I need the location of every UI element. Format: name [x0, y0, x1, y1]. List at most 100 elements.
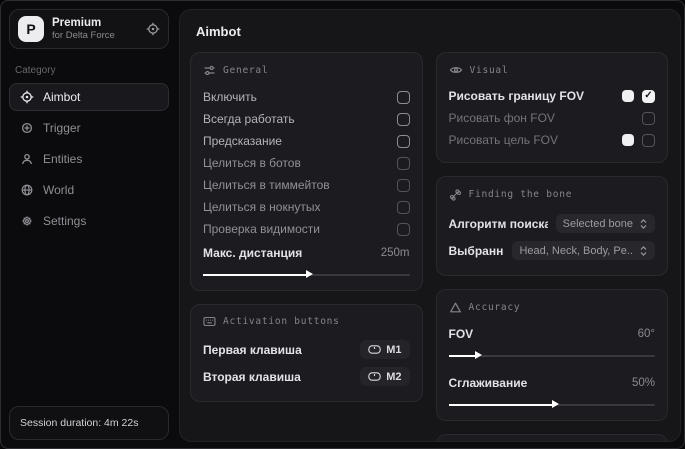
- activation-header-label: Activation buttons: [223, 316, 340, 327]
- select-value: Selected bone: [562, 217, 633, 230]
- sidebar-item-world[interactable]: World: [9, 176, 169, 204]
- sidebar-item-settings[interactable]: Settings: [9, 207, 169, 235]
- keybind-row-secondary: Вторая клавиша M2: [203, 363, 410, 390]
- toggle-label: Целиться в тиммейтов: [203, 178, 330, 192]
- sidebar-item-label: World: [43, 183, 75, 197]
- toggle-label: Предсказание: [203, 134, 282, 148]
- general-header-label: General: [223, 65, 269, 76]
- brand-subtitle: for Delta Force: [52, 30, 115, 41]
- toggle-label: Целиться в нокнутых: [203, 200, 321, 214]
- gear-icon: [20, 214, 34, 228]
- checkbox-prediction[interactable]: [396, 134, 410, 148]
- toggle-label: Всегда работать: [203, 112, 295, 126]
- toggle-row-always-work: Всегда работать: [203, 108, 410, 130]
- bone-algorithm-label: Алгоритм поиска кост: [448, 216, 548, 231]
- toggle-label: Включить: [203, 90, 257, 104]
- visual-controls: [622, 133, 655, 147]
- accuracy-card: Accuracy FOV 60° Сглаживание 50%: [435, 289, 668, 421]
- sidebar-item-label: Entities: [43, 152, 83, 166]
- finding-bone-header: Finding the bone: [449, 188, 656, 201]
- visual-row-fov-border: Рисовать границу FOV: [448, 85, 655, 107]
- brand-card: P Premium for Delta Force: [9, 9, 169, 49]
- fov-slider[interactable]: [448, 351, 655, 360]
- fov-border-color-swatch[interactable]: [622, 90, 634, 102]
- scope-settings-icon[interactable]: [146, 22, 160, 36]
- app-window: P Premium for Delta Force Category Aimbo…: [0, 0, 685, 449]
- bone-algorithm-select[interactable]: Selected bone: [555, 214, 655, 233]
- slider-fill: [448, 351, 483, 359]
- main-panel: Aimbot General Включить Всегда работать …: [179, 9, 681, 442]
- checkbox-target-bots[interactable]: [396, 156, 410, 170]
- entities-icon: [20, 152, 34, 166]
- finding-bone-card: Finding the bone Алгоритм поиска кост Se…: [435, 176, 668, 276]
- max-distance-label: Макс. дистанция: [203, 246, 303, 260]
- visual-label: Рисовать фон FOV: [448, 111, 555, 125]
- left-column: General Включить Всегда работать Предска…: [190, 52, 423, 402]
- toggle-row-target-knocked: Целиться в нокнутых: [203, 196, 410, 218]
- accuracy-header: Accuracy: [449, 301, 656, 314]
- bone-icon: [449, 188, 462, 201]
- visual-row-fov-background: Рисовать фон FOV: [448, 107, 655, 129]
- bone-algorithm-row: Алгоритм поиска кост Selected bone: [448, 210, 655, 237]
- max-distance-value: 250m: [380, 247, 410, 259]
- smoothing-label: Сглаживание: [448, 376, 528, 390]
- sidebar-item-label: Trigger: [43, 121, 81, 135]
- checkbox-target-teammates[interactable]: [396, 178, 410, 192]
- content-columns: General Включить Всегда работать Предска…: [190, 52, 668, 441]
- keybind-value: M1: [386, 343, 402, 356]
- sidebar-item-label: Aimbot: [43, 90, 81, 104]
- chevron-expand-icon: [639, 245, 648, 257]
- checkbox-always-work[interactable]: [396, 112, 410, 126]
- crosshair-icon: [20, 121, 34, 135]
- sidebar-item-entities[interactable]: Entities: [9, 145, 169, 173]
- general-header: General: [203, 64, 410, 77]
- toggle-row-prediction: Предсказание: [203, 130, 410, 152]
- slider-fill: [203, 270, 314, 278]
- visual-header-label: Visual: [469, 64, 509, 76]
- fov-target-color-swatch[interactable]: [622, 134, 634, 146]
- sidebar-item-aimbot[interactable]: Aimbot: [9, 83, 169, 111]
- smoothing-slider[interactable]: [448, 400, 655, 409]
- primary-keybind-button[interactable]: M1: [360, 340, 410, 359]
- eye-icon: [449, 64, 463, 76]
- sidebar: P Premium for Delta Force Category Aimbo…: [1, 1, 177, 448]
- checkbox-visibility-check[interactable]: [396, 222, 410, 236]
- sidebar-item-trigger[interactable]: Trigger: [9, 114, 169, 142]
- keyboard-icon: [203, 316, 216, 327]
- fov-label: FOV: [448, 327, 474, 341]
- category-label: Category: [15, 65, 56, 76]
- smoothing-row: Сглаживание 50%: [449, 372, 656, 394]
- visual-header: Visual: [449, 64, 656, 76]
- selected-bones-select[interactable]: Head, Neck, Body, Pe..: [512, 241, 655, 260]
- fov-row: FOV 60°: [449, 323, 656, 345]
- chevron-expand-icon: [639, 218, 648, 230]
- smoothing-value: 50%: [631, 377, 655, 389]
- max-distance-row: Макс. дистанция 250m: [203, 242, 410, 264]
- visual-card: Visual Рисовать границу FOV Рисовать фон…: [435, 52, 668, 163]
- keybind-label: Первая клавиша: [203, 342, 302, 357]
- sidebar-item-label: Settings: [43, 214, 87, 228]
- finding-bone-header-label: Finding the bone: [468, 189, 573, 200]
- visual-row-fov-target: Рисовать цель FOV: [448, 129, 655, 151]
- fov-group: FOV 60°: [448, 323, 656, 360]
- secondary-keybind-button[interactable]: M2: [360, 367, 410, 386]
- toggle-row-target-teammates: Целиться в тиммейтов: [203, 174, 410, 196]
- toggle-row-target-bots: Целиться в ботов: [203, 152, 410, 174]
- checkbox-enable[interactable]: [396, 90, 410, 104]
- fov-value: 60°: [637, 328, 655, 340]
- checkbox-target-knocked[interactable]: [396, 200, 410, 214]
- brand-text: Premium for Delta Force: [52, 17, 115, 41]
- visual-label: Рисовать границу FOV: [448, 89, 585, 103]
- toggle-label: Проверка видимости: [203, 222, 320, 236]
- checkbox-fov-background[interactable]: [642, 111, 655, 125]
- checkbox-fov-border[interactable]: [642, 89, 655, 103]
- keybind-label: Вторая клавиша: [203, 369, 301, 384]
- toggle-row-enable: Включить: [203, 86, 410, 108]
- visual-label: Рисовать цель FOV: [448, 133, 559, 147]
- page-title: Aimbot: [196, 24, 241, 39]
- session-duration-text: Session duration: 4m 22s: [20, 417, 139, 429]
- sliders-icon: [203, 64, 216, 77]
- session-duration-card: Session duration: 4m 22s: [9, 406, 169, 440]
- checkbox-fov-target[interactable]: [642, 133, 655, 147]
- max-distance-slider[interactable]: [203, 270, 410, 279]
